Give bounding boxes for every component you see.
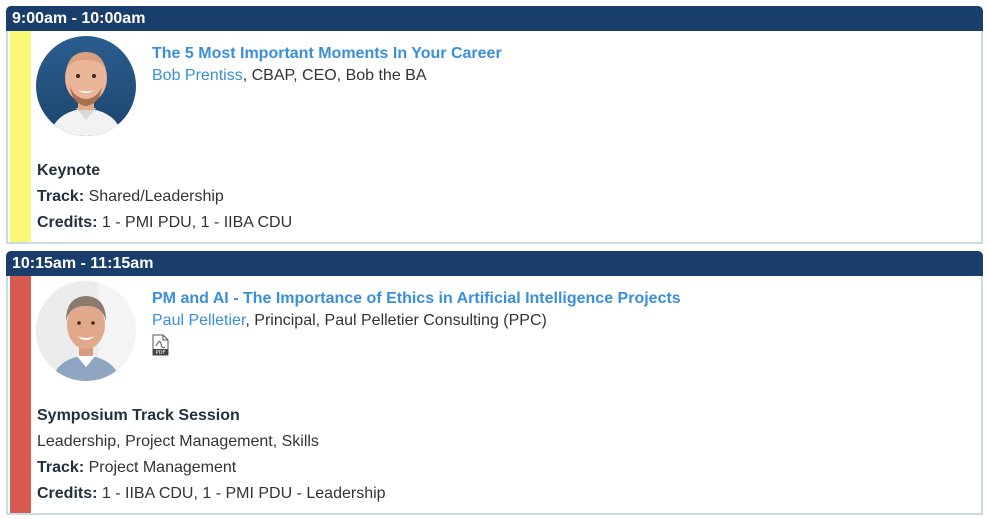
credits-value: 1 - IIBA CDU, 1 - PMI PDU - Leadership: [101, 485, 386, 502]
speaker-details: , Principal, Paul Pelletier Consulting (…: [245, 312, 547, 329]
session-color-stripe: [10, 276, 31, 513]
session-title-link[interactable]: The 5 Most Important Moments In Your Car…: [152, 45, 502, 63]
pdf-icon-label: PDF: [156, 350, 166, 356]
speaker-name-link[interactable]: Paul Pelletier: [152, 312, 245, 329]
session-card-body: The 5 Most Important Moments In Your Car…: [6, 31, 983, 244]
session-track: Track: Project Management: [37, 459, 236, 477]
track-label: Track:: [37, 188, 85, 205]
speaker-details: , CBAP, CEO, Bob the BA: [242, 67, 427, 84]
session-credits: Credits: 1 - IIBA CDU, 1 - PMI PDU - Lea…: [37, 485, 386, 503]
session-time-header: 10:15am - 11:15am: [6, 251, 983, 276]
speaker-line: Bob Prentiss, CBAP, CEO, Bob the BA: [152, 67, 427, 85]
session-title-link[interactable]: PM and AI - The Importance of Ethics in …: [152, 290, 681, 308]
session-card-symposium: 10:15am - 11:15am PM and AI - The Import…: [6, 251, 983, 515]
credits-label: Credits:: [37, 485, 98, 502]
session-type: Symposium Track Session: [37, 407, 240, 424]
speaker-line: Paul Pelletier, Principal, Paul Pelletie…: [152, 312, 547, 330]
credits-value: 1 - PMI PDU, 1 - IIBA CDU: [101, 214, 293, 231]
session-card-body: PM and AI - The Importance of Ethics in …: [6, 276, 983, 515]
session-track: Track: Shared/Leadership: [37, 188, 224, 206]
track-value: Project Management: [88, 459, 237, 476]
track-label: Track:: [37, 459, 85, 476]
speaker-name-link[interactable]: Bob Prentiss: [152, 67, 243, 84]
speaker-avatar[interactable]: [36, 36, 136, 136]
track-value: Shared/Leadership: [88, 188, 224, 205]
session-topics: Leadership, Project Management, Skills: [37, 433, 319, 450]
speaker-avatar[interactable]: [36, 281, 136, 381]
pdf-icon[interactable]: PDF: [152, 334, 169, 356]
session-type: Keynote: [37, 162, 101, 179]
session-credits: Credits: 1 - PMI PDU, 1 - IIBA CDU: [37, 214, 292, 232]
session-time-header: 9:00am - 10:00am: [6, 6, 983, 31]
session-card-keynote: 9:00am - 10:00am The 5 Most Important Mo…: [6, 6, 983, 244]
credits-label: Credits:: [37, 214, 98, 231]
session-color-stripe: [10, 31, 31, 242]
